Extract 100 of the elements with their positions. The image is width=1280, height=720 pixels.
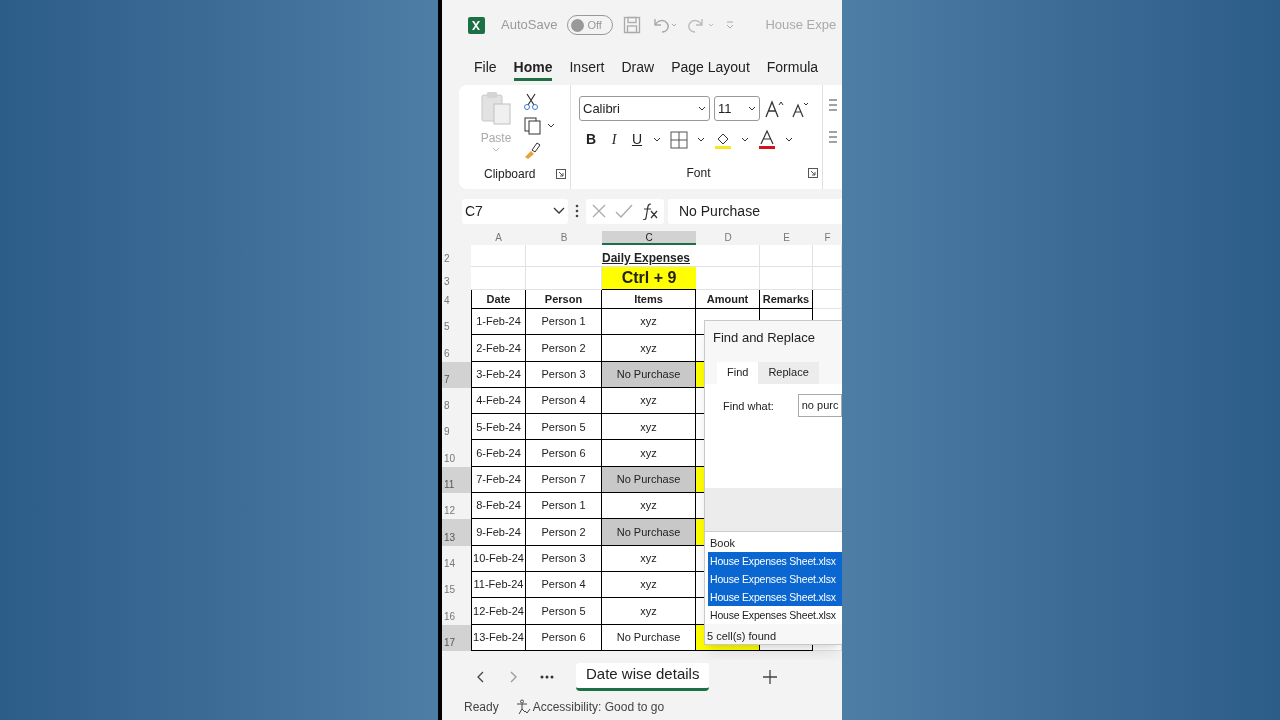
table-cell: 9-Feb-24 <box>471 519 526 546</box>
name-box[interactable]: C7 <box>462 198 568 224</box>
row-header[interactable]: 7 <box>442 361 471 388</box>
ribbon-tab[interactable]: Insert <box>569 57 605 78</box>
result-row[interactable]: House Expenses Sheet.xlsx <box>708 551 842 570</box>
row-header[interactable]: 17 <box>442 624 471 651</box>
find-what-field[interactable]: no purc <box>797 393 842 417</box>
column-heading-cell: Date <box>471 290 526 309</box>
excel-logo-icon <box>468 16 485 34</box>
row-header[interactable]: 16 <box>442 598 471 625</box>
table-cell: 2-Feb-24 <box>471 335 526 362</box>
table-cell: 6-Feb-24 <box>471 440 526 467</box>
increase-font-icon[interactable] <box>764 98 786 119</box>
font-size-field[interactable]: 11 <box>714 96 760 121</box>
row-header[interactable]: 4 <box>442 290 471 309</box>
copy-icon[interactable] <box>523 117 555 135</box>
shortcut-cell: Ctrl + 9 <box>602 267 696 290</box>
column-header[interactable]: A <box>471 231 526 245</box>
caret-icon <box>698 105 706 112</box>
column-header[interactable]: F <box>813 231 842 245</box>
table-cell: 10-Feb-24 <box>471 545 526 572</box>
row-header[interactable]: 11 <box>442 466 471 494</box>
insert-function-icon[interactable] <box>641 202 659 220</box>
group-label: Font <box>686 165 711 182</box>
underline-button[interactable]: U <box>630 129 644 150</box>
row-header[interactable]: 6 <box>442 335 471 362</box>
table-cell: xyz <box>602 335 696 362</box>
table-cell: xyz <box>602 414 696 441</box>
column-header[interactable]: C <box>602 231 696 245</box>
ribbon-tab[interactable]: Formula <box>766 57 819 78</box>
table-cell: No Purchase <box>602 624 696 651</box>
clipboard-icon <box>480 91 512 125</box>
ribbon-tab[interactable]: Page Layout <box>671 57 750 78</box>
result-row[interactable]: House Expenses Sheet.xlsx <box>708 605 842 624</box>
row-header[interactable]: 3 <box>442 267 471 290</box>
previous-sheet-icon[interactable] <box>476 671 486 683</box>
row-header[interactable]: 5 <box>442 309 471 336</box>
cut-icon[interactable] <box>523 93 539 111</box>
row-header[interactable]: 13 <box>442 519 471 546</box>
sheet-tab[interactable]: Date wise details <box>576 663 710 691</box>
table-cell: 5-Feb-24 <box>471 414 526 441</box>
accessibility-icon[interactable] <box>514 699 531 715</box>
row-header[interactable]: 12 <box>442 493 471 520</box>
font-name-field[interactable]: Calibri <box>579 96 710 121</box>
caret-icon <box>553 207 565 215</box>
table-cell: xyz <box>602 493 696 520</box>
status-text: Ready <box>464 699 499 716</box>
ribbon-tab[interactable]: File <box>474 57 497 78</box>
align-icon[interactable] <box>829 99 837 111</box>
column-header[interactable]: D <box>696 231 760 245</box>
bold-button[interactable]: B <box>584 129 598 150</box>
caret-icon[interactable] <box>697 136 705 143</box>
grid-cell <box>471 267 526 290</box>
ribbon-tab[interactable]: Home <box>513 54 553 81</box>
dialog-title: Find and Replace <box>712 329 816 347</box>
dialog-tab[interactable]: Find <box>717 361 759 384</box>
table-cell: No Purchase <box>602 519 696 546</box>
sheet-title: Daily Expenses <box>600 250 692 267</box>
formula-field[interactable]: No Purchase <box>668 198 842 224</box>
table-cell: 1-Feb-24 <box>471 309 526 336</box>
column-header[interactable]: B <box>526 231 602 245</box>
autosave-label: AutoSave <box>501 16 558 35</box>
caret-icon[interactable] <box>653 136 661 143</box>
row-header[interactable]: 2 <box>442 245 471 267</box>
align-icon[interactable] <box>829 131 837 143</box>
table-cell: 11-Feb-24 <box>471 571 526 599</box>
grid-cell <box>760 245 813 267</box>
next-sheet-icon[interactable] <box>508 671 518 683</box>
font-color-icon[interactable] <box>758 129 776 150</box>
more-sheets-icon[interactable] <box>540 675 554 679</box>
table-cell: 8-Feb-24 <box>471 493 526 520</box>
table-cell: 13-Feb-24 <box>471 624 526 651</box>
table-cell: 3-Feb-24 <box>471 361 526 388</box>
add-sheet-icon[interactable] <box>763 670 778 684</box>
row-header[interactable]: 9 <box>442 414 471 441</box>
row-header[interactable]: 14 <box>442 545 471 572</box>
grid-cell <box>471 245 526 267</box>
dialog-launcher-icon[interactable] <box>556 169 566 179</box>
ribbon-tab[interactable]: Draw <box>621 57 655 78</box>
grid-cell <box>813 245 842 267</box>
table-cell: 7-Feb-24 <box>471 466 526 494</box>
format-painter-icon[interactable] <box>523 141 541 159</box>
caret-icon[interactable] <box>741 136 749 143</box>
column-header[interactable]: E <box>760 231 813 245</box>
dialog-launcher-icon[interactable] <box>808 168 818 178</box>
row-header[interactable]: 10 <box>442 440 471 467</box>
table-cell: xyz <box>602 598 696 625</box>
italic-button[interactable]: I <box>607 129 621 150</box>
borders-icon[interactable] <box>670 130 688 149</box>
caret-icon <box>492 147 500 153</box>
dialog-tab[interactable]: Replace <box>758 361 819 384</box>
grid-cell <box>696 267 760 290</box>
grid-cell <box>813 267 842 290</box>
row-header[interactable]: 8 <box>442 387 471 415</box>
column-header: Book <box>709 535 737 551</box>
caret-icon[interactable] <box>785 136 793 143</box>
column-heading-cell: Remarks <box>760 290 813 309</box>
table-cell: 4-Feb-24 <box>471 387 526 415</box>
accessibility-status[interactable]: Accessibility: Good to go <box>532 698 665 716</box>
row-header[interactable]: 15 <box>442 571 471 599</box>
